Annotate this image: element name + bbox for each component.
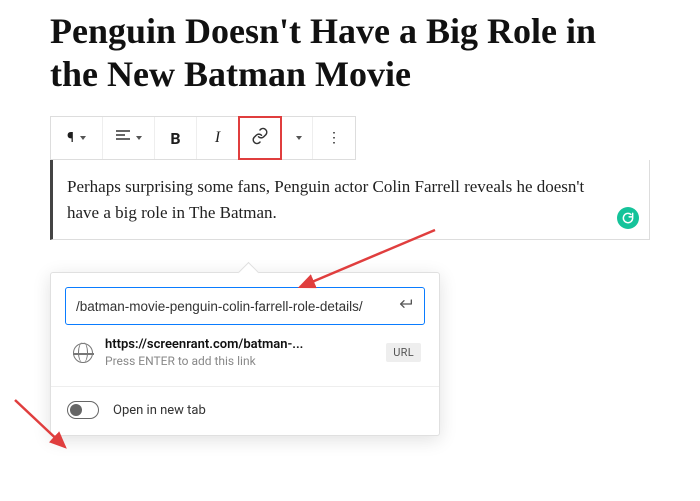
url-type-chip: URL [386,343,421,362]
bold-icon: B [170,129,180,148]
link-icon [251,127,269,149]
more-options-button[interactable]: ⋮ [313,117,355,159]
link-popover: https://screenrant.com/batman-... Press … [50,272,440,436]
paragraph-type-button[interactable]: ¶ [51,117,103,159]
link-url-input[interactable] [76,299,398,314]
globe-icon [73,343,93,363]
toggle-knob [70,404,82,416]
open-in-new-tab-toggle[interactable] [67,401,99,419]
more-vertical-icon: ⋮ [327,130,341,146]
link-url-field-wrapper[interactable] [65,287,425,325]
pilcrow-icon: ¶ [67,130,74,146]
block-toolbar: ¶ B I ⋮ [50,116,356,160]
suggestion-title: https://screenrant.com/batman-... [105,337,374,352]
suggestion-hint: Press ENTER to add this link [105,354,374,368]
grammarly-badge[interactable] [617,207,639,229]
chevron-down-icon [296,136,302,140]
open-in-new-tab-label: Open in new tab [113,403,206,418]
align-button[interactable] [103,117,155,159]
italic-button[interactable]: I [197,117,239,159]
post-title[interactable]: Penguin Doesn't Have a Big Role in the N… [50,10,650,96]
link-suggestion[interactable]: https://screenrant.com/batman-... Press … [65,325,425,376]
more-rich-text-button[interactable] [281,117,313,159]
chevron-down-icon [136,136,142,140]
submit-link-icon[interactable] [398,296,414,316]
bold-button[interactable]: B [155,117,197,159]
italic-icon: I [215,129,220,147]
paragraph-block[interactable]: Perhaps surprising some fans, Penguin ac… [50,160,650,240]
link-button[interactable] [239,117,281,159]
paragraph-text[interactable]: Perhaps surprising some fans, Penguin ac… [67,177,584,222]
align-left-icon [116,130,130,146]
chevron-down-icon [80,136,86,140]
